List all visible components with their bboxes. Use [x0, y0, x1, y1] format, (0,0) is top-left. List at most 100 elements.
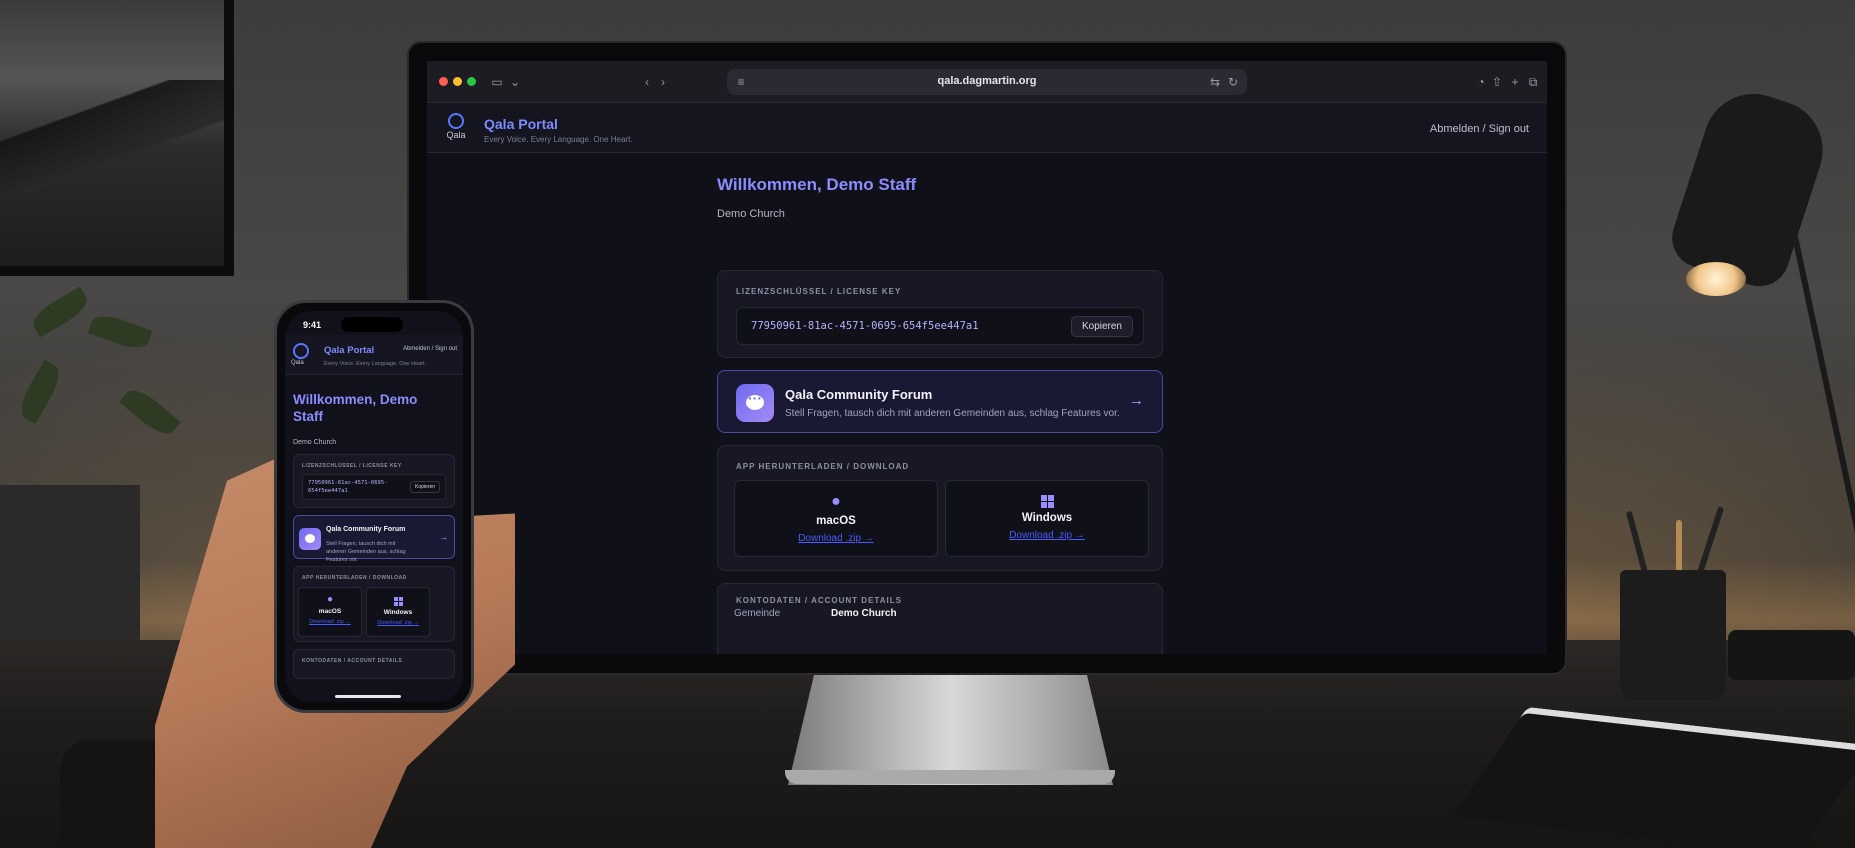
- download-name: macOS: [816, 515, 856, 527]
- phone-key-line: 654f5ee447a1: [308, 488, 348, 494]
- phone-forum-card[interactable]: Qala Community Forum Stell Fragen, tausc…: [293, 515, 455, 563]
- plant-leaf: [14, 360, 66, 424]
- address-bar[interactable]: ≡ qala.dagmartin.org ⇆ ↻: [727, 69, 1247, 95]
- windows-icon: [393, 597, 403, 606]
- back-icon[interactable]: ‹: [639, 74, 655, 90]
- logo-text: Qala: [291, 360, 304, 366]
- phone-welcome-line: Willkommen, Demo: [293, 392, 418, 407]
- desk-lamp-head: [1664, 80, 1836, 295]
- smartphone: 9:41 Qala Qala Portal Every Voice. Every…: [274, 300, 474, 713]
- welcome-heading: Willkommen, Demo Staff: [717, 175, 917, 194]
- phone-forum-subtitle: Stell Fragen, tausch dich mit anderen Ge…: [326, 541, 406, 563]
- site-tagline: Every Voice. Every Language. One Heart.: [484, 135, 633, 144]
- forum-title: Qala Community Forum: [785, 387, 933, 402]
- share-icon[interactable]: ⇧: [1489, 74, 1505, 90]
- chat-bubble-icon: [736, 384, 774, 422]
- minimize-window-button[interactable]: [453, 77, 462, 86]
- desk-lamp-bulb: [1686, 262, 1746, 296]
- phone-license-label: LIZENZSCHLÜSSEL / LICENSE KEY: [302, 463, 402, 469]
- chat-bubble-icon: [299, 528, 321, 550]
- monitor-base: [785, 770, 1115, 784]
- phone-download-windows-tile: Windows Download .zip →: [366, 587, 430, 637]
- download-card: APP HERUNTERLADEN / DOWNLOAD ● macOS Dow…: [717, 445, 1163, 571]
- license-key-box: 77950961-81ac-4571-0695-654f5ee447a1 Kop…: [736, 307, 1144, 345]
- account-row-key: Gemeinde: [734, 608, 781, 619]
- close-window-button[interactable]: [439, 77, 448, 86]
- phone-license-key-box: 77950961-81ac-4571-0695- 654f5ee447a1 Ko…: [302, 474, 446, 500]
- forward-icon[interactable]: ›: [655, 74, 671, 90]
- church-name: Demo Church: [717, 208, 785, 220]
- tab-overview-icon[interactable]: ⧉: [1525, 74, 1541, 90]
- phone-signout-link[interactable]: Abmelden / Sign out: [403, 346, 457, 352]
- phone-download-macos-tile: ● macOS Download .zip →: [298, 587, 362, 637]
- site-title[interactable]: Qala Portal: [484, 116, 558, 132]
- arrow-right-icon: →: [439, 532, 448, 542]
- new-tab-icon[interactable]: +: [1507, 74, 1523, 90]
- signout-link[interactable]: Abmelden / Sign out: [1430, 123, 1529, 135]
- monitor-stand: [788, 675, 1113, 785]
- phone-site-header: Qala Qala Portal Every Voice. Every Lang…: [285, 335, 463, 375]
- phone-site-tagline: Every Voice. Every Language. One Heart.: [324, 361, 427, 367]
- phone-download-label: APP HERUNTERLADEN / DOWNLOAD: [302, 575, 407, 581]
- phone-license-key: 77950961-81ac-4571-0695- 654f5ee447a1: [308, 479, 396, 495]
- plant-leaf: [87, 310, 153, 354]
- phone-key-line: 77950961-81ac-4571-0695-: [308, 480, 388, 486]
- download-windows-tile: Windows Download .zip →: [945, 480, 1149, 557]
- maximize-window-button[interactable]: [467, 77, 476, 86]
- account-label: KONTODATEN / ACCOUNT DETAILS: [736, 596, 902, 605]
- logo-mark-icon[interactable]: [293, 343, 309, 359]
- license-label: LIZENZSCHLÜSSEL / LICENSE KEY: [736, 287, 902, 296]
- phone-welcome-line: Staff: [293, 409, 323, 424]
- downloads-icon[interactable]: ◔: [1473, 74, 1489, 90]
- download-windows-link[interactable]: Download .zip →: [946, 530, 1148, 541]
- apple-icon: ●: [831, 493, 841, 510]
- reload-icon[interactable]: ↻: [1225, 74, 1241, 90]
- phone-download-windows-link[interactable]: Download .zip →: [367, 620, 429, 626]
- plant-leaf: [28, 286, 92, 338]
- phone-download-name: macOS: [318, 608, 342, 615]
- logo-text: Qala: [446, 130, 466, 140]
- phone-church-name: Demo Church: [293, 439, 337, 446]
- wall-picture-frame: [0, 0, 234, 276]
- landscape-artwork: [0, 0, 224, 266]
- phone-account-card: KONTODATEN / ACCOUNT DETAILS: [293, 649, 455, 679]
- home-indicator[interactable]: [335, 695, 401, 698]
- account-row-value: Demo Church: [831, 608, 897, 619]
- phone-copy-button[interactable]: Kopieren: [409, 481, 440, 493]
- dynamic-island: [341, 317, 403, 332]
- forum-subtitle: Stell Fragen, tausch dich mit anderen Ge…: [785, 408, 1120, 419]
- phone-screen: 9:41 Qala Qala Portal Every Voice. Every…: [285, 311, 463, 702]
- qala-logo[interactable]: Qala: [445, 113, 467, 141]
- desk-lamp-base: [1728, 630, 1855, 680]
- site-header: Qala Qala Portal Every Voice. Every Lang…: [427, 103, 1547, 153]
- phone-download-card: APP HERUNTERLADEN / DOWNLOAD ● macOS Dow…: [293, 566, 455, 642]
- plant-leaf: [119, 383, 181, 441]
- download-label: APP HERUNTERLADEN / DOWNLOAD: [736, 462, 910, 471]
- monitor-screen: ▭ ⌄ ‹ › ≡ qala.dagmartin.org ⇆ ↻ ◔ ⇧ + ⧉…: [427, 61, 1547, 654]
- sidebar-toggle-icon[interactable]: ▭: [489, 74, 505, 90]
- phone-time: 9:41: [303, 320, 322, 330]
- translate-icon[interactable]: ⇆: [1207, 74, 1223, 90]
- arrow-right-icon: →: [1129, 392, 1144, 409]
- windows-icon: [1040, 495, 1054, 508]
- account-card: KONTODATEN / ACCOUNT DETAILS Gemeinde De…: [717, 583, 1163, 654]
- phone-forum-title: Qala Community Forum: [326, 526, 406, 533]
- phone-account-label: KONTODATEN / ACCOUNT DETAILS: [302, 658, 403, 664]
- download-name: Windows: [1021, 512, 1073, 524]
- pen-cup: [1620, 570, 1726, 700]
- phone-download-name: Windows: [383, 609, 413, 616]
- download-macos-tile: ● macOS Download .zip →: [734, 480, 938, 557]
- license-key: 77950961-81ac-4571-0695-654f5ee447a1: [751, 320, 979, 332]
- browser-toolbar: ▭ ⌄ ‹ › ≡ qala.dagmartin.org ⇆ ↻ ◔ ⇧ + ⧉: [427, 61, 1547, 103]
- phone-license-card: LIZENZSCHLÜSSEL / LICENSE KEY 77950961-8…: [293, 454, 455, 508]
- forum-card[interactable]: Qala Community Forum Stell Fragen, tausc…: [717, 370, 1163, 433]
- phone-welcome-heading: Willkommen, Demo Staff: [293, 391, 453, 425]
- phone-download-macos-link[interactable]: Download .zip →: [299, 619, 361, 625]
- download-macos-link[interactable]: Download .zip →: [735, 533, 937, 544]
- copy-button[interactable]: Kopieren: [1070, 316, 1133, 337]
- chevron-down-icon[interactable]: ⌄: [507, 74, 523, 90]
- phone-site-title[interactable]: Qala Portal: [324, 345, 374, 356]
- apple-icon: ●: [326, 594, 334, 605]
- license-card: LIZENZSCHLÜSSEL / LICENSE KEY 77950961-8…: [717, 270, 1163, 358]
- logo-mark-icon: [448, 113, 464, 129]
